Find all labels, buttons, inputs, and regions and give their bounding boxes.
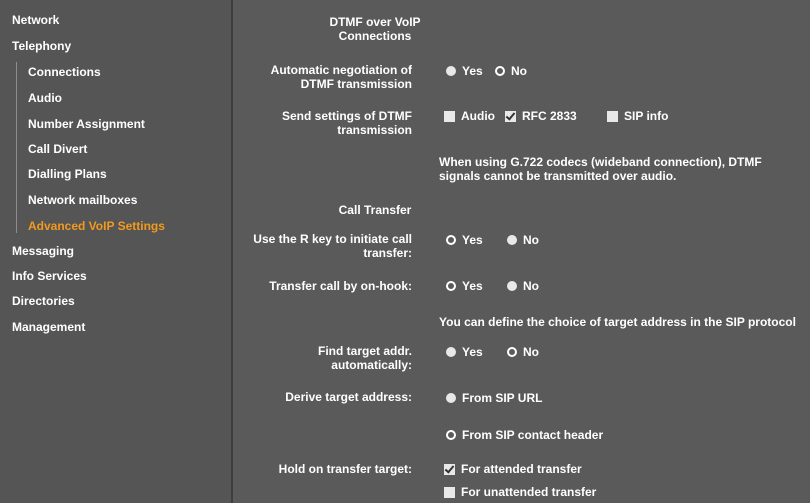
dtmf-g722-note-line1: When using G.722 codecs (wideband connec… [439, 155, 762, 169]
on-hook-yes-label: Yes [462, 279, 483, 293]
nav-network[interactable]: Network [12, 13, 59, 27]
dtmf-sipinfo-label: SIP info [624, 109, 669, 123]
radio-unselected-icon [446, 347, 456, 357]
radio-unselected-icon [507, 235, 517, 245]
nav-network-mailboxes[interactable]: Network mailboxes [28, 193, 137, 207]
label-send-settings-line2: transmission [337, 123, 412, 137]
radio-selected-icon [446, 235, 456, 245]
nav-directories[interactable]: Directories [12, 294, 75, 308]
label-derive-target: Derive target address: [285, 390, 412, 404]
section-title-dtmf-line1: DTMF over VoIP [329, 15, 421, 29]
radio-unselected-icon [507, 281, 517, 291]
sip-protocol-note: You can define the choice of target addr… [439, 315, 796, 329]
hold-unattended-label: For unattended transfer [461, 485, 597, 499]
nav-connections[interactable]: Connections [28, 65, 101, 79]
auto-negotiation-no-label: No [511, 64, 527, 78]
section-title-dtmf: DTMF over VoIP Connections [300, 15, 450, 43]
on-hook-no-label: No [523, 279, 539, 293]
nav-call-divert[interactable]: Call Divert [28, 142, 87, 156]
derive-from-contact-radio[interactable]: From SIP contact header [446, 428, 603, 442]
nav-management[interactable]: Management [12, 320, 85, 334]
on-hook-yes-radio[interactable]: Yes [446, 279, 483, 293]
dtmf-g722-note: When using G.722 codecs (wideband connec… [439, 155, 762, 183]
r-key-no-radio[interactable]: No [507, 233, 539, 247]
checkbox-checked-icon [444, 463, 455, 475]
find-target-yes-label: Yes [462, 345, 483, 359]
nav-messaging[interactable]: Messaging [12, 244, 74, 258]
hold-attended-label: For attended transfer [461, 462, 582, 476]
hold-unattended-checkbox[interactable]: For unattended transfer [444, 485, 596, 499]
label-auto-negotiation-line1: Automatic negotiation of [270, 63, 412, 77]
label-auto-negotiation: Automatic negotiation of DTMF transmissi… [271, 63, 412, 91]
hold-attended-checkbox[interactable]: For attended transfer [444, 462, 582, 476]
label-on-hook: Transfer call by on-hook: [269, 279, 412, 293]
label-send-settings: Send settings of DTMF transmission [282, 109, 412, 137]
radio-unselected-icon [446, 393, 456, 403]
checkbox-unchecked-icon [444, 486, 455, 498]
nav-audio[interactable]: Audio [28, 91, 62, 105]
dtmf-rfc2833-label: RFC 2833 [522, 109, 577, 123]
find-target-no-label: No [523, 345, 539, 359]
nav-info-services[interactable]: Info Services [12, 269, 87, 283]
label-auto-negotiation-line2: DTMF transmission [300, 77, 412, 91]
checkbox-unchecked-icon [607, 110, 618, 122]
section-title-dtmf-line2: Connections [338, 29, 412, 43]
nav-dialling-plans[interactable]: Dialling Plans [28, 167, 107, 181]
radio-unselected-icon [446, 66, 456, 76]
nav-number-assignment[interactable]: Number Assignment [28, 117, 145, 131]
label-r-key-line1: Use the R key to initiate call [253, 232, 412, 246]
dtmf-rfc2833-checkbox[interactable]: RFC 2833 [505, 109, 577, 123]
on-hook-no-radio[interactable]: No [507, 279, 539, 293]
dtmf-sipinfo-checkbox[interactable]: SIP info [607, 109, 668, 123]
label-find-target-line1: Find target addr. [317, 344, 412, 358]
auto-negotiation-yes-radio[interactable]: Yes [446, 64, 483, 78]
nav-advanced-voip-settings[interactable]: Advanced VoIP Settings [28, 219, 165, 233]
derive-from-sip-url-radio[interactable]: From SIP URL [446, 391, 542, 405]
auto-negotiation-yes-label: Yes [462, 64, 483, 78]
r-key-yes-label: Yes [462, 233, 483, 247]
dtmf-audio-checkbox[interactable]: Audio [444, 109, 495, 123]
radio-selected-icon [495, 66, 505, 76]
r-key-no-label: No [523, 233, 539, 247]
find-target-yes-radio[interactable]: Yes [446, 345, 483, 359]
auto-negotiation-no-radio[interactable]: No [495, 64, 527, 78]
label-send-settings-line1: Send settings of DTMF [282, 109, 412, 123]
label-r-key: Use the R key to initiate call transfer: [253, 232, 412, 260]
dtmf-g722-note-line2: signals cannot be transmitted over audio… [439, 169, 677, 183]
section-title-call-transfer: Call Transfer [338, 203, 412, 217]
find-target-no-radio[interactable]: No [507, 345, 539, 359]
checkbox-checked-icon [505, 110, 516, 122]
label-hold-on-transfer: Hold on transfer target: [278, 462, 412, 476]
checkbox-unchecked-icon [444, 110, 455, 122]
radio-selected-icon [446, 430, 456, 440]
sidebar: Network Telephony Connections Audio Numb… [0, 0, 233, 503]
r-key-yes-radio[interactable]: Yes [446, 233, 483, 247]
dtmf-audio-label: Audio [461, 109, 495, 123]
radio-selected-icon [446, 281, 456, 291]
derive-from-sip-url-label: From SIP URL [462, 391, 543, 405]
derive-from-contact-label: From SIP contact header [462, 428, 604, 442]
radio-selected-icon [507, 347, 517, 357]
label-find-target-line2: automatically: [331, 358, 412, 372]
label-r-key-line2: transfer: [363, 246, 412, 260]
submenu-guide-line [16, 62, 17, 233]
nav-telephony[interactable]: Telephony [12, 39, 71, 53]
label-find-target: Find target addr. automatically: [318, 344, 412, 372]
